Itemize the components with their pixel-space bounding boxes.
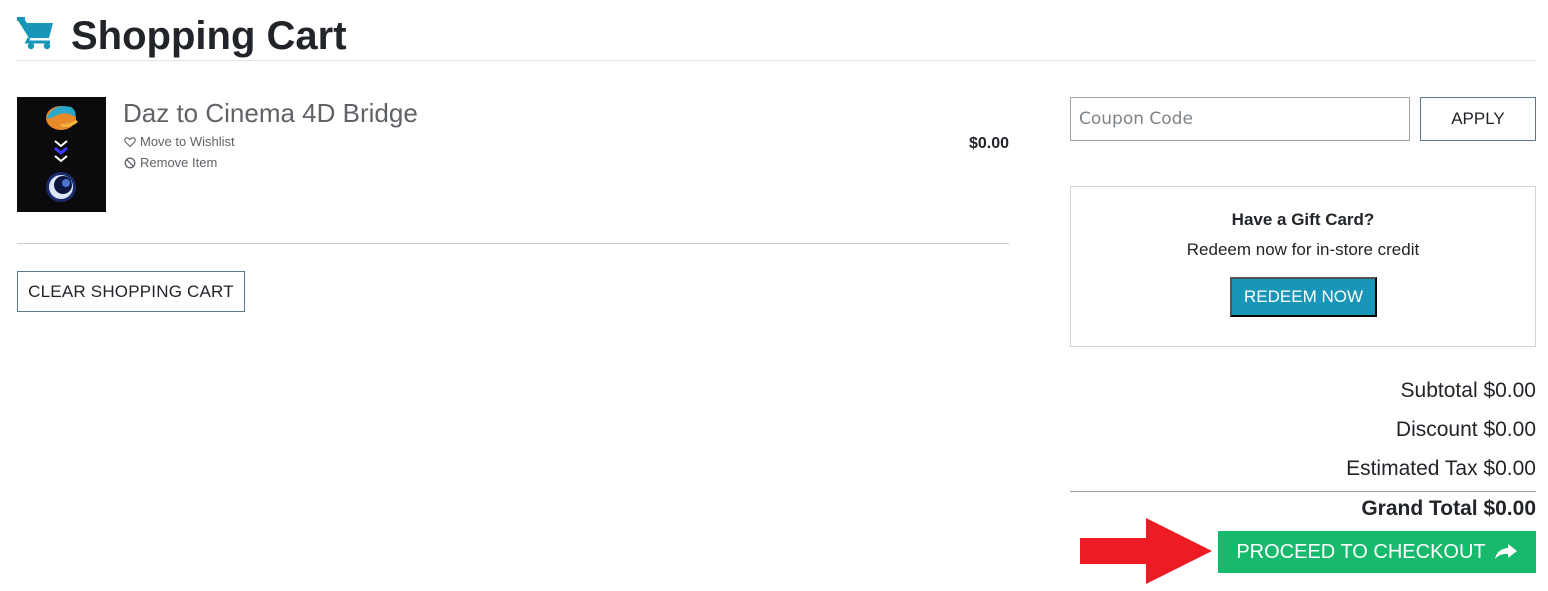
share-arrow-icon bbox=[1494, 544, 1517, 559]
proceed-to-checkout-label: PROCEED TO CHECKOUT bbox=[1236, 540, 1486, 563]
cart-item-name[interactable]: Daz to Cinema 4D Bridge bbox=[123, 97, 418, 129]
product-thumbnail[interactable] bbox=[17, 97, 106, 212]
redeem-now-button[interactable]: REDEEM NOW bbox=[1230, 277, 1377, 317]
clear-shopping-cart-button[interactable]: CLEAR SHOPPING CART bbox=[17, 271, 245, 312]
subtotal: Subtotal $0.00 bbox=[1400, 379, 1536, 402]
heart-icon bbox=[124, 137, 136, 148]
remove-item-label: Remove Item bbox=[140, 155, 218, 170]
red-arrow-icon bbox=[1080, 518, 1212, 584]
discount: Discount $0.00 bbox=[1395, 418, 1536, 441]
proceed-to-checkout-button[interactable]: PROCEED TO CHECKOUT bbox=[1218, 531, 1536, 573]
gift-card-subtitle: Redeem now for in-store credit bbox=[1186, 240, 1420, 259]
move-to-wishlist-link[interactable]: Move to Wishlist bbox=[124, 134, 235, 150]
remove-item-link[interactable]: Remove Item bbox=[124, 155, 217, 171]
header-divider bbox=[17, 60, 1536, 61]
page-title: Shopping Cart bbox=[71, 14, 347, 58]
cart-item-divider bbox=[17, 243, 1009, 244]
gift-card-title: Have a Gift Card? bbox=[1231, 210, 1375, 229]
shopping-cart-icon bbox=[16, 14, 56, 50]
coupon-code-input[interactable] bbox=[1070, 97, 1410, 141]
estimated-tax: Estimated Tax $0.00 bbox=[1346, 457, 1536, 480]
move-to-wishlist-label: Move to Wishlist bbox=[140, 134, 235, 149]
ban-icon bbox=[124, 157, 136, 169]
cart-item-price: $0.00 bbox=[968, 135, 1009, 152]
apply-coupon-button[interactable]: APPLY bbox=[1420, 97, 1536, 141]
totals-divider bbox=[1070, 491, 1536, 492]
